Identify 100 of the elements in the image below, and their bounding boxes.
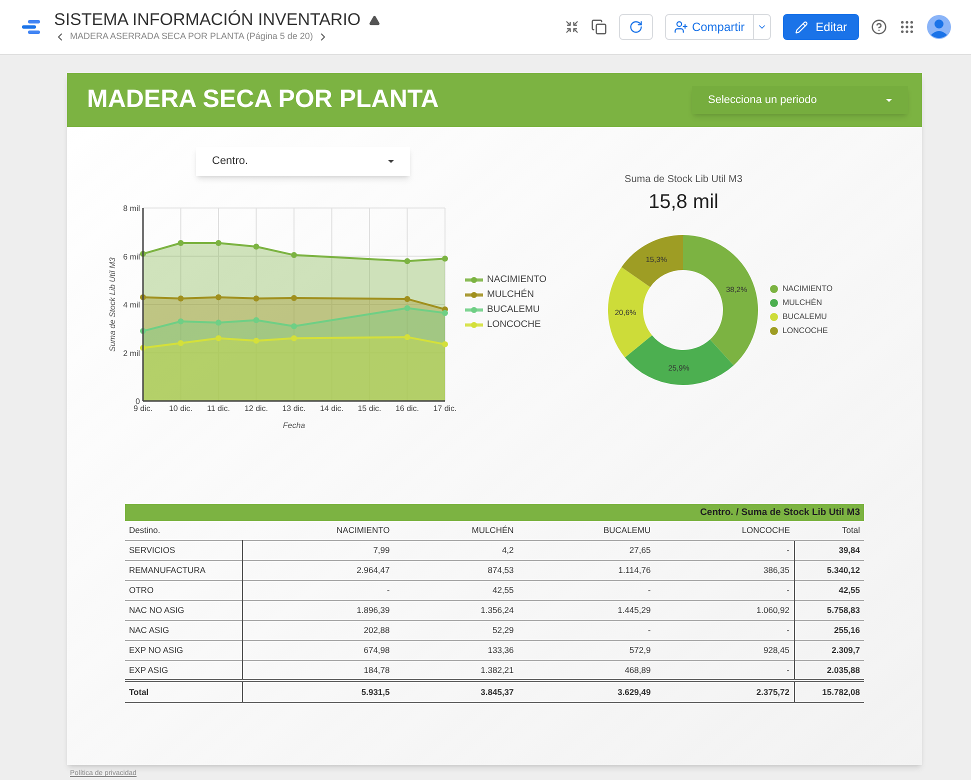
table-cell: REMANUFACTURA [125, 560, 242, 580]
table-cell: 42,55 [794, 580, 864, 600]
table-cell: - [654, 660, 794, 680]
table-cell: 874,53 [394, 560, 518, 580]
table-cell: 1.445,29 [518, 600, 655, 620]
legend-label: LONCOCHE [487, 318, 541, 332]
legend-label: NACIMIENTO [782, 283, 833, 295]
data-point [140, 328, 146, 334]
table-cell: 1.356,24 [394, 600, 518, 620]
avatar-icon[interactable] [927, 15, 951, 39]
table-cell: 255,16 [794, 620, 864, 640]
edit-button[interactable]: Editar [782, 14, 859, 40]
total-cell: 15.782,08 [794, 680, 864, 702]
data-point [291, 294, 297, 301]
y-tick-label: 6 mil [123, 252, 140, 262]
share-label: Compartir [692, 19, 745, 36]
x-tick-label: 16 dic. [395, 404, 420, 413]
data-point [178, 295, 184, 302]
total-cell: 2.375,72 [654, 680, 794, 702]
data-point [178, 240, 184, 246]
legend-label: LONCOCHE [782, 325, 828, 337]
app-logo-icon [20, 19, 42, 35]
column-header[interactable]: MULCHÉN [394, 520, 518, 540]
x-axis-title: Fecha [282, 421, 306, 430]
y-tick-label: 2 mil [123, 348, 140, 358]
data-point [216, 320, 222, 326]
column-header[interactable]: NACIMIENTO [242, 520, 394, 540]
total-cell: 3.845,37 [394, 680, 518, 702]
x-tick-label: 14 dic. [320, 404, 344, 413]
data-point [140, 294, 146, 300]
data-point [404, 334, 410, 340]
data-point [404, 258, 410, 264]
table-cell: 2.309,7 [794, 640, 864, 660]
data-point [253, 338, 260, 344]
table-cell: 386,35 [654, 560, 794, 580]
y-tick-label: 0 [136, 397, 140, 406]
report-title: SISTEMA INFORMACIÓN INVENTARIO [54, 10, 361, 30]
table-cell: 5.758,83 [794, 600, 864, 620]
table-cell: 468,89 [518, 660, 655, 680]
table-cell: 572,9 [518, 640, 655, 660]
table-cell: 1.896,39 [242, 600, 394, 620]
data-point [442, 256, 448, 262]
column-header[interactable]: BUCALEMU [518, 520, 655, 540]
column-header[interactable]: Destino. [125, 520, 242, 540]
page-breadcrumb: MADERA ASERRADA SECA POR PLANTA (Página 5 de 20) [70, 30, 313, 44]
column-header[interactable]: LONCOCHE [654, 520, 794, 540]
x-tick-label: 9 dic. [133, 404, 153, 413]
legend-label: BUCALEMU [487, 303, 540, 317]
table-cell: SERVICIOS [125, 540, 242, 560]
total-cell: Total [125, 680, 242, 702]
table-cell: 1.114,76 [518, 560, 655, 580]
data-point [216, 294, 222, 300]
share-button[interactable]: Compartir [664, 14, 771, 40]
data-point [140, 250, 146, 257]
table-cell: - [518, 580, 655, 600]
apps-icon[interactable] [899, 19, 915, 35]
table-cell: - [242, 580, 394, 600]
data-point [216, 335, 222, 342]
table-cell: 1.060,92 [654, 600, 794, 620]
y-tick-label: 4 mil [123, 300, 140, 310]
table-cell: EXP ASIG [125, 660, 242, 680]
data-point [291, 335, 297, 342]
data-point [253, 317, 260, 324]
table-cell: 133,36 [394, 640, 518, 660]
table-cell: - [654, 620, 794, 640]
y-axis-title: Suma de Stock Lib Util M3 [108, 257, 117, 352]
caret-icon [886, 98, 892, 102]
collapse-icon[interactable] [564, 20, 579, 34]
column-header[interactable]: Total [794, 520, 864, 540]
scorecard-label: Suma de Stock Lib Util M3 [624, 173, 742, 187]
filter-select[interactable]: Centro. [196, 147, 410, 176]
scorecard-value: 15,8 mil [648, 190, 718, 215]
table-cell: 2.035,88 [794, 660, 864, 680]
total-cell: 5.931,5 [242, 680, 394, 702]
pencil-icon [794, 20, 808, 34]
table-cell: OTRO [125, 580, 242, 600]
x-tick-label: 10 dic. [168, 404, 193, 413]
table-cell: - [654, 580, 794, 600]
table-cell: 52,29 [394, 620, 518, 640]
table-cell: 7,99 [242, 540, 394, 560]
table-cell: 1.382,21 [394, 660, 518, 680]
legend-label: MULCHÉN [782, 297, 822, 309]
table-cell: 674,98 [242, 640, 394, 660]
legend-label: BUCALEMU [782, 311, 827, 323]
x-tick-label: 12 dic. [244, 404, 268, 413]
y-tick-label: 8 mil [123, 204, 140, 213]
data-point [253, 244, 260, 250]
legend-label: MULCHÉN [487, 288, 534, 302]
refresh-button[interactable] [618, 14, 653, 40]
copy-icon[interactable] [590, 19, 607, 35]
table-cell: NAC ASIG [125, 620, 242, 640]
data-point [404, 305, 410, 312]
table-cell: 4,2 [394, 540, 518, 560]
x-tick-label: 13 dic. [282, 404, 306, 413]
data-point [178, 340, 184, 346]
table-cell: 5.340,12 [794, 560, 864, 580]
data-point [404, 296, 410, 302]
help-icon[interactable] [871, 19, 887, 35]
table-cell: 39,84 [794, 540, 864, 560]
x-tick-label: 11 dic. [207, 404, 230, 413]
